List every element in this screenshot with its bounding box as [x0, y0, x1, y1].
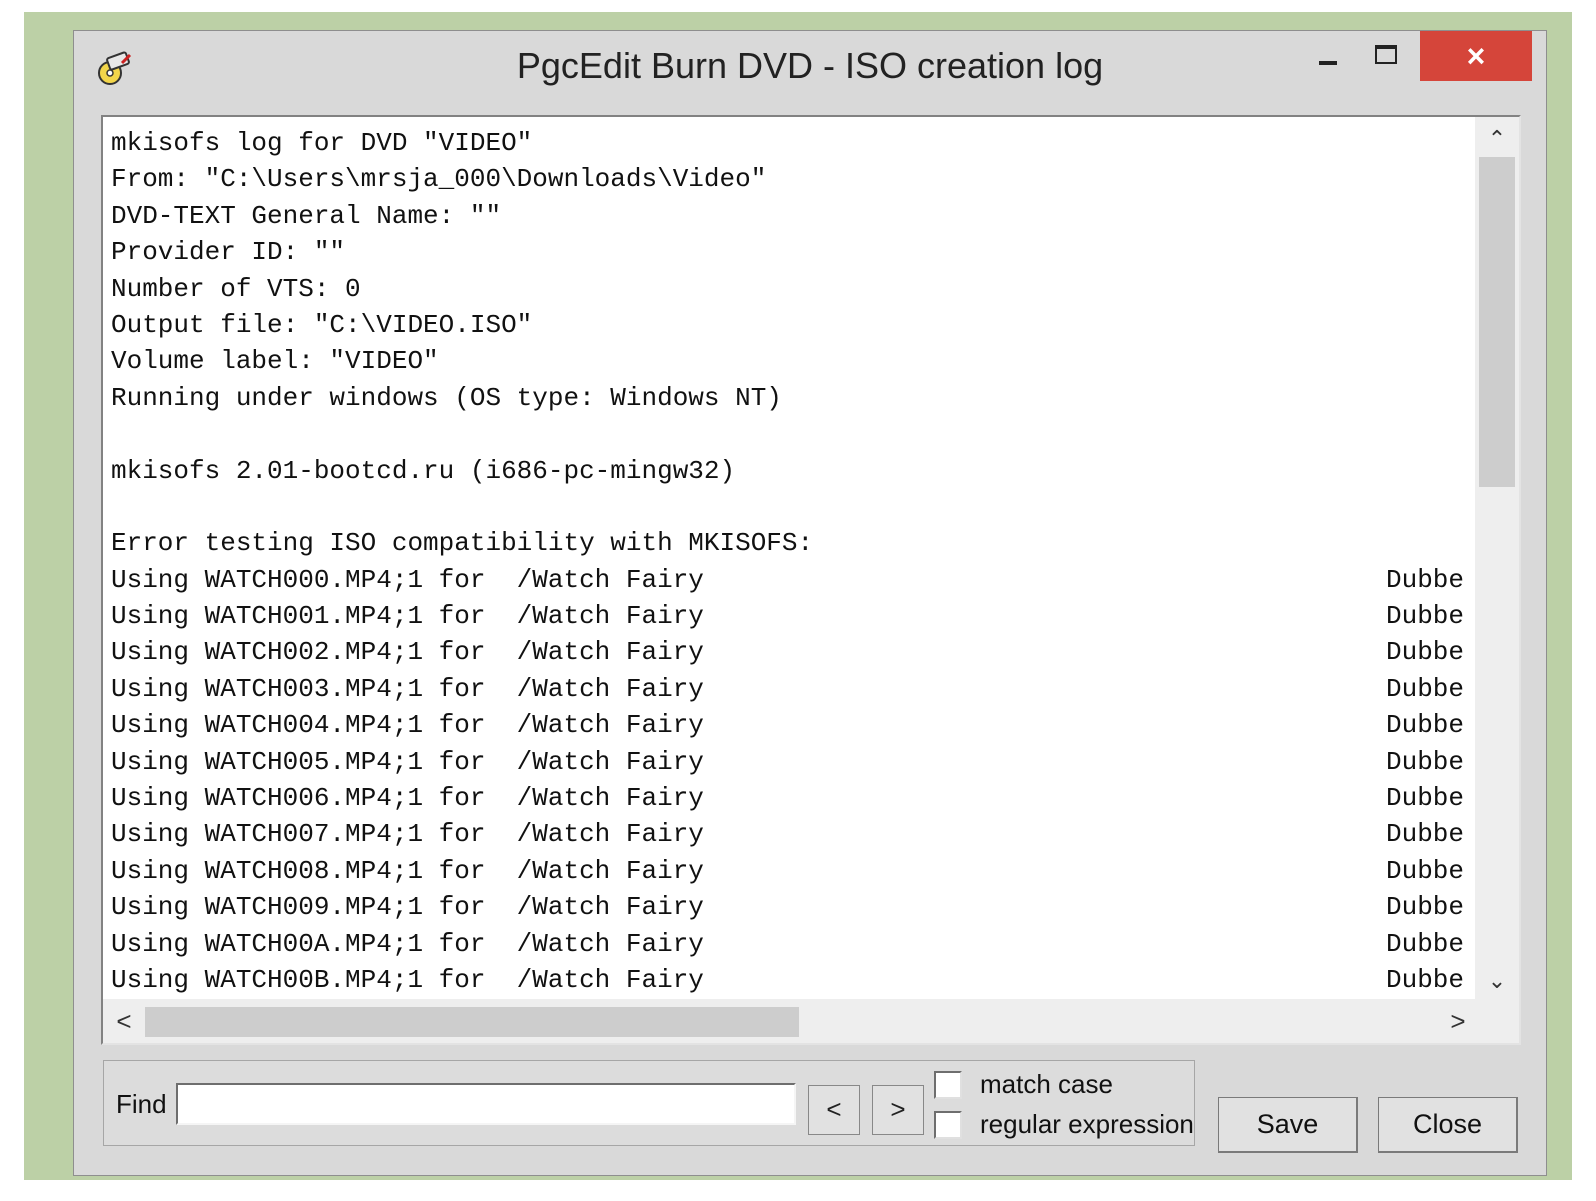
- log-line: Output file: "C:\VIDEO.ISO": [111, 307, 1473, 343]
- log-line: Volume label: "VIDEO": [111, 343, 1473, 379]
- log-line: Using WATCH001.MP4;1 for /Watch Fairy Dub…: [111, 598, 1473, 634]
- log-line: From: "C:\Users\mrsja_000\Downloads\Vide…: [111, 161, 1473, 197]
- log-line-truncated-text: Dubbe: [1386, 892, 1465, 923]
- log-line-truncated-text: Dubbe: [1386, 855, 1465, 886]
- log-line: Running under windows (OS type: Windows …: [111, 380, 1473, 416]
- log-line-truncated-text: Dubbe: [1386, 564, 1465, 595]
- log-line: Using WATCH008.MP4;1 for /Watch Fairy Dub…: [111, 853, 1473, 889]
- save-button[interactable]: Save: [1218, 1097, 1358, 1153]
- vertical-scroll-thumb[interactable]: [1479, 157, 1515, 487]
- close-icon: ×: [1466, 38, 1486, 74]
- log-line-text: mkisofs 2.01-bootcd.ru (i686-pc-mingw32): [111, 455, 736, 486]
- log-line: Using WATCH00A.MP4;1 for /Watch Fairy Dub…: [111, 926, 1473, 962]
- log-line-truncated-text: Dubbe: [1386, 710, 1465, 741]
- log-line-text: Using WATCH000.MP4;1 for /Watch Fairy: [111, 564, 704, 595]
- log-line-truncated-text: Dubbe: [1386, 819, 1465, 850]
- iso-log-window: PgcEdit Burn DVD - ISO creation log × mk…: [73, 30, 1547, 1176]
- find-input[interactable]: [176, 1083, 796, 1125]
- log-line: Using WATCH005.MP4;1 for /Watch Fairy Dub…: [111, 744, 1473, 780]
- log-line: Using WATCH006.MP4;1 for /Watch Fairy Dub…: [111, 780, 1473, 816]
- log-text-area[interactable]: mkisofs log for DVD "VIDEO" From: "C:\Use…: [101, 115, 1521, 1045]
- match-case-label: match case: [980, 1069, 1113, 1099]
- log-line: DVD-TEXT General Name: "": [111, 198, 1473, 234]
- find-previous-button[interactable]: <: [808, 1085, 860, 1135]
- log-line-text: Using WATCH006.MP4;1 for /Watch Fairy: [111, 783, 704, 814]
- minimize-icon: [1319, 61, 1337, 65]
- log-line-text: Using WATCH00B.MP4;1 for /Watch Fairy: [111, 964, 704, 995]
- horizontal-scroll-thumb[interactable]: [145, 1007, 799, 1037]
- title-bar[interactable]: PgcEdit Burn DVD - ISO creation log ×: [74, 31, 1546, 107]
- maximize-button[interactable]: [1356, 31, 1414, 81]
- log-line-text: Using WATCH004.MP4;1 for /Watch Fairy: [111, 710, 704, 741]
- log-line: Error testing ISO compatibility with MKI…: [111, 525, 1473, 561]
- log-line-text: Output file: "C:\VIDEO.ISO": [111, 309, 533, 340]
- scroll-left-icon[interactable]: <: [109, 999, 139, 1043]
- log-line-truncated-text: Dubbe: [1386, 601, 1465, 632]
- scroll-down-icon[interactable]: ⌄: [1475, 963, 1519, 999]
- log-line-text: Using WATCH001.MP4;1 for /Watch Fairy: [111, 601, 704, 632]
- log-line-text: Using WATCH005.MP4;1 for /Watch Fairy: [111, 746, 704, 777]
- log-line-text: Using WATCH007.MP4;1 for /Watch Fairy: [111, 819, 704, 850]
- scroll-right-icon[interactable]: >: [1443, 999, 1473, 1043]
- log-line-text: Volume label: "VIDEO": [111, 346, 439, 377]
- log-line: mkisofs 2.01-bootcd.ru (i686-pc-mingw32): [111, 453, 1473, 489]
- log-line-truncated-text: Dubbe: [1386, 673, 1465, 704]
- close-button[interactable]: Close: [1378, 1097, 1518, 1153]
- log-line-text: From: "C:\Users\mrsja_000\Downloads\Vide…: [111, 164, 767, 195]
- log-line: Using WATCH004.MP4;1 for /Watch Fairy Dub…: [111, 707, 1473, 743]
- log-line-text: Running under windows (OS type: Windows …: [111, 382, 782, 413]
- log-line-truncated-text: Dubbe: [1386, 928, 1465, 959]
- log-line-text: DVD-TEXT General Name: "": [111, 200, 502, 231]
- log-line: Number of VTS: 0: [111, 271, 1473, 307]
- regex-checkbox[interactable]: [934, 1111, 962, 1139]
- log-line-text: mkisofs log for DVD "VIDEO": [111, 128, 533, 158]
- log-line-truncated-text: Dubbe: [1386, 637, 1465, 668]
- log-line: Provider ID: "": [111, 234, 1473, 270]
- log-line: Using WATCH009.MP4;1 for /Watch Fairy Dub…: [111, 889, 1473, 925]
- find-label: Find: [116, 1089, 167, 1119]
- log-line: Using WATCH00B.MP4;1 for /Watch Fairy Dub…: [111, 962, 1473, 998]
- minimize-button[interactable]: [1302, 31, 1354, 81]
- log-line: mkisofs log for DVD "VIDEO": [111, 125, 1473, 161]
- horizontal-scrollbar[interactable]: < >: [103, 999, 1519, 1043]
- vertical-scrollbar[interactable]: ⌃ ⌄: [1475, 117, 1519, 999]
- log-line-text: Using WATCH009.MP4;1 for /Watch Fairy: [111, 892, 704, 923]
- log-line: Using WATCH007.MP4;1 for /Watch Fairy Dub…: [111, 816, 1473, 852]
- log-line-text: Using WATCH00A.MP4;1 for /Watch Fairy: [111, 928, 704, 959]
- log-line-text: Using WATCH003.MP4;1 for /Watch Fairy: [111, 673, 704, 704]
- log-line-truncated-text: Dubbe: [1386, 746, 1465, 777]
- log-line-truncated-text: Dubbe: [1386, 783, 1465, 814]
- log-line: Using WATCH000.MP4;1 for /Watch Fairy Dub…: [111, 562, 1473, 598]
- match-case-checkbox[interactable]: [934, 1071, 962, 1099]
- log-line-text: Using WATCH008.MP4;1 for /Watch Fairy: [111, 855, 704, 886]
- log-line-text: Provider ID: "": [111, 237, 346, 268]
- scroll-up-icon[interactable]: ⌃: [1475, 121, 1519, 157]
- close-window-button[interactable]: ×: [1420, 31, 1532, 81]
- log-line-text: Using WATCH002.MP4;1 for /Watch Fairy: [111, 637, 704, 668]
- log-line: Using WATCH002.MP4;1 for /Watch Fairy Dub…: [111, 634, 1473, 670]
- log-line-text: Number of VTS: 0: [111, 273, 361, 304]
- find-next-button[interactable]: >: [872, 1085, 924, 1135]
- find-panel: Find < > match case regular expression: [103, 1060, 1195, 1146]
- log-line-truncated-text: Dubbe: [1386, 964, 1465, 995]
- regex-label: regular expression: [980, 1109, 1194, 1139]
- log-line: Using WATCH003.MP4;1 for /Watch Fairy Dub…: [111, 671, 1473, 707]
- log-line-text: Error testing ISO compatibility with MKI…: [111, 528, 814, 559]
- log-content: mkisofs log for DVD "VIDEO" From: "C:\Use…: [111, 125, 1473, 1001]
- maximize-icon: [1375, 45, 1397, 64]
